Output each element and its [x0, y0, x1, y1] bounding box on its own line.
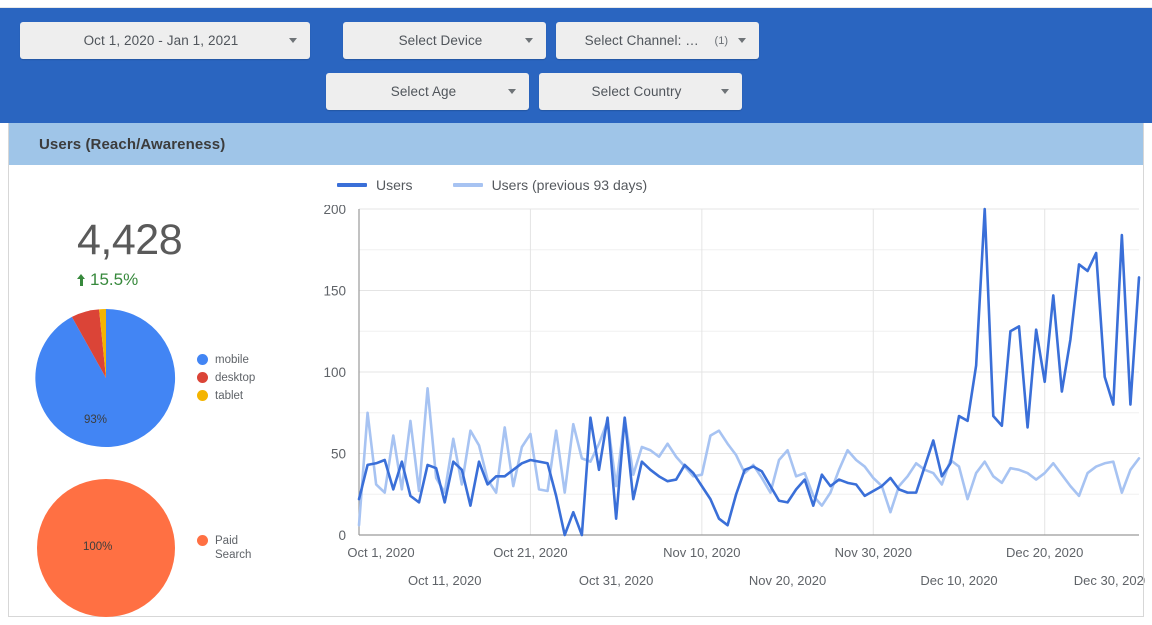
users-card: Users (Reach/Awareness) 4,428 15.5% 93% …: [8, 123, 1145, 617]
users-line-chart-svg: 0 50 100 150 200 Oct 1, 2020 Oct 11, 2020 Oct 2…: [323, 205, 1145, 588]
filter-channel-count: (1): [714, 34, 728, 47]
chart-legend-label-users-previous: Users (previous 93 days): [491, 177, 648, 193]
chart-legend: Users Users (previous 93 days): [337, 177, 647, 193]
chart-legend-item-users[interactable]: Users: [337, 177, 413, 193]
scorecard-column: 4,428 15.5% 93% mobile desktop tablet 10…: [9, 165, 299, 617]
x-axis-tick-label: Oct 1, 2020: [347, 545, 414, 560]
chevron-down-icon: [721, 89, 729, 94]
legend-label-desktop: desktop: [215, 372, 256, 384]
window-top-strip: [0, 0, 1152, 8]
x-axis-tick-label: Dec 30, 2020: [1074, 573, 1145, 588]
legend-item-desktop[interactable]: desktop: [197, 371, 255, 385]
filter-age-label: Select Age: [390, 84, 457, 99]
y-axis-tick-label: 50: [331, 447, 346, 462]
channel-pie-block: 100% Paid Search: [33, 475, 261, 621]
channel-pie-percent: 100%: [83, 541, 113, 553]
legend-item-tablet[interactable]: tablet: [197, 389, 255, 403]
filter-country-label: Select Country: [591, 84, 682, 99]
arrow-up-icon: [77, 274, 86, 286]
legend-label-mobile: mobile: [215, 354, 249, 366]
chevron-down-icon: [289, 38, 297, 43]
legend-dot-desktop-icon: [197, 372, 208, 383]
filter-country[interactable]: Select Country: [539, 73, 742, 110]
dashboard-page: Oct 1, 2020 - Jan 1, 2021 Select Device …: [0, 0, 1152, 625]
users-delta-value: 15.5%: [90, 270, 139, 289]
users-total-value: 4,428: [77, 216, 183, 264]
y-axis-tick-label: 150: [323, 284, 346, 299]
x-axis-tick-label: Nov 30, 2020: [835, 545, 912, 560]
filter-bar: Oct 1, 2020 - Jan 1, 2021 Select Device …: [0, 8, 1152, 123]
card-header: Users (Reach/Awareness): [9, 123, 1143, 165]
filter-channel-label: Select Channel: …: [584, 33, 699, 48]
filter-row-2: Select Age Select Country: [0, 73, 1152, 124]
x-axis-tick-label: Oct 31, 2020: [579, 573, 653, 588]
legend-dot-paid-search-icon: [197, 535, 208, 546]
filter-date-range[interactable]: Oct 1, 2020 - Jan 1, 2021: [20, 22, 310, 59]
legend-item-mobile[interactable]: mobile: [197, 353, 255, 367]
filter-channel[interactable]: Select Channel: … (1): [556, 22, 759, 59]
filter-row-1: Oct 1, 2020 - Jan 1, 2021 Select Device …: [0, 22, 1152, 73]
legend-item-paid-search[interactable]: Paid Search: [197, 534, 261, 562]
x-axis-tick-label: Dec 10, 2020: [920, 573, 997, 588]
legend-line-users-icon: [337, 183, 367, 187]
filter-device[interactable]: Select Device: [343, 22, 546, 59]
users-line-chart[interactable]: 0 50 100 150 200 Oct 1, 2020 Oct 11, 2020 Oct 2…: [299, 205, 1145, 615]
chevron-down-icon: [738, 38, 746, 43]
channel-pie-legend: Paid Search: [197, 534, 261, 562]
chevron-down-icon: [508, 89, 516, 94]
chevron-down-icon: [525, 38, 533, 43]
x-axis-tick-label: Nov 10, 2020: [663, 545, 740, 560]
x-axis-tick-label: Oct 21, 2020: [493, 545, 567, 560]
card-body: 4,428 15.5% 93% mobile desktop tablet 10…: [9, 165, 1145, 617]
chart-legend-item-users-previous[interactable]: Users (previous 93 days): [452, 177, 648, 193]
device-pie-svg: [35, 308, 176, 447]
device-pie-block: 93% mobile desktop tablet: [33, 305, 255, 451]
filter-age[interactable]: Select Age: [326, 73, 529, 110]
x-axis-tick-label: Nov 20, 2020: [749, 573, 826, 588]
legend-dot-mobile-icon: [197, 354, 208, 365]
legend-line-users-previous-icon: [452, 183, 483, 187]
device-pie-top-percent: 93%: [84, 414, 108, 426]
timeseries-column: Users Users (previous 93 days) 0 50 100 150…: [299, 165, 1145, 616]
channel-pie-chart[interactable]: 100%: [33, 475, 179, 621]
y-axis-tick-label: 0: [338, 528, 346, 543]
device-pie-legend: mobile desktop tablet: [197, 353, 255, 403]
x-axis-tick-label: Oct 11, 2020: [408, 573, 481, 588]
filter-date-range-label: Oct 1, 2020 - Jan 1, 2021: [83, 33, 239, 48]
legend-label-tablet: tablet: [215, 390, 244, 402]
series-line-users-previous: [357, 387, 1141, 527]
legend-label-paid-search: Paid Search: [215, 535, 252, 561]
legend-dot-tablet-icon: [197, 390, 208, 401]
y-axis-tick-label: 200: [323, 205, 346, 217]
users-delta: 15.5%: [77, 270, 138, 290]
filter-device-label: Select Device: [398, 33, 483, 48]
chart-legend-label-users: Users: [376, 177, 413, 193]
device-pie-chart[interactable]: 93%: [33, 305, 179, 451]
page-title: Users (Reach/Awareness): [39, 135, 226, 153]
x-axis-tick-label: Dec 20, 2020: [1006, 545, 1083, 560]
y-axis-tick-label: 100: [323, 365, 346, 380]
